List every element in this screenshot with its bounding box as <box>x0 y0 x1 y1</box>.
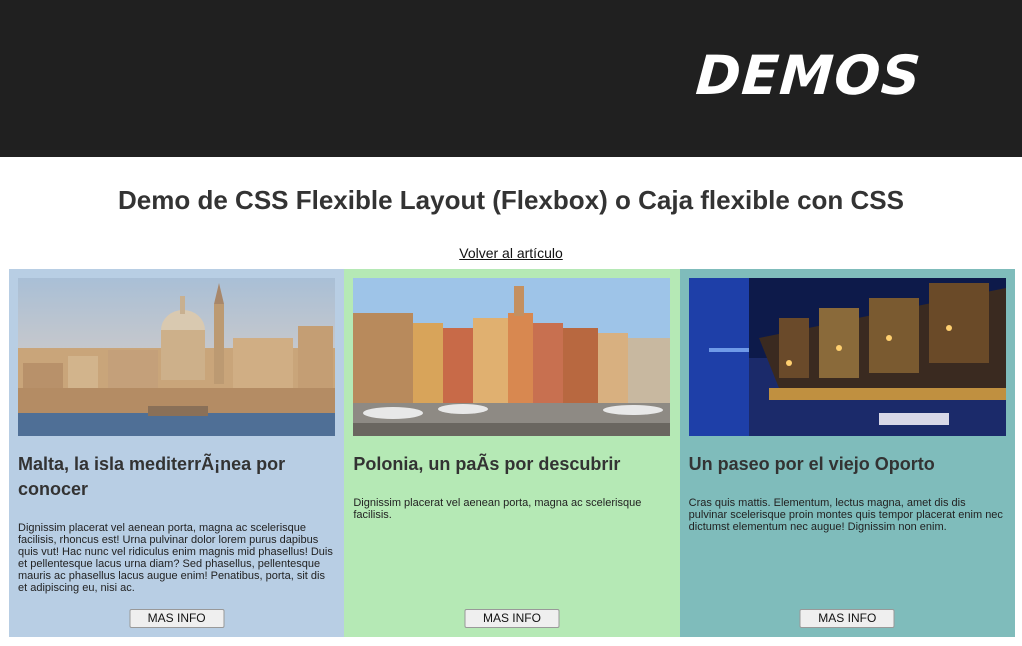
malta-cityscape-image <box>18 278 335 436</box>
card-text: Cras quis mattis. Elementum, lectus magn… <box>688 497 1003 533</box>
card-oporto: Un paseo por el viejo Oporto Cras quis m… <box>679 269 1015 637</box>
back-to-article-link[interactable]: Volver al artículo <box>459 245 563 261</box>
warsaw-old-town-image <box>353 278 671 436</box>
card-malta: Malta, la isla mediterrÃ¡nea por conocer… <box>9 269 345 637</box>
card-title: Polonia, un paÃs por descubrir <box>353 454 621 474</box>
card-title: Malta, la isla mediterrÃ¡nea por conocer <box>18 454 286 499</box>
card-text: Dignissim placerat vel aenean porta, mag… <box>18 522 333 594</box>
cards-flex-container: Malta, la isla mediterrÃ¡nea por conocer… <box>9 269 1015 637</box>
page-title: Demo de CSS Flexible Layout (Flexbox) o … <box>118 185 904 215</box>
more-info-button[interactable]: MAS INFO <box>464 609 560 628</box>
more-info-button[interactable]: MAS INFO <box>799 609 895 628</box>
porto-night-image <box>688 278 1006 436</box>
back-link-container: Volver al artículo <box>0 245 1022 261</box>
card-title: Un paseo por el viejo Oporto <box>688 454 935 474</box>
demos-logo[interactable]: DEMOS <box>694 44 924 107</box>
more-info-button[interactable]: MAS INFO <box>129 609 225 628</box>
card-polonia: Polonia, un paÃs por descubrir Dignissim… <box>344 269 680 637</box>
card-text: Dignissim placerat vel aenean porta, mag… <box>353 497 642 521</box>
site-header: DEMOS <box>0 0 1022 157</box>
